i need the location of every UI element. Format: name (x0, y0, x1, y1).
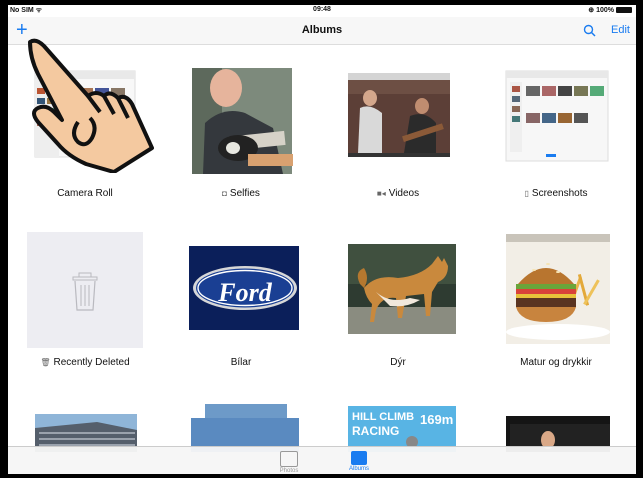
album-dyr[interactable]: Dýr (340, 232, 460, 372)
album-thumbnail (191, 404, 303, 452)
album-label: ■◂ Videos (340, 188, 456, 199)
phone-icon: ▯ (524, 189, 529, 198)
ford-logo-text: Ford (218, 278, 272, 307)
album-thumbnail (35, 414, 137, 452)
album-name: Videos (388, 188, 420, 199)
tab-albums[interactable]: Albums (344, 451, 374, 472)
page-title: Albums (301, 24, 343, 36)
album-name: Recently Deleted (53, 357, 130, 368)
album-selfies[interactable]: ◘ Selfies (183, 64, 299, 199)
album-label: ◘ Selfies (183, 188, 299, 199)
tab-label: Albums (348, 466, 369, 472)
album-row3-1[interactable] (27, 402, 143, 452)
game-title-1: HILL CLIMB (352, 411, 415, 423)
album-label: 🗑 Recently Deleted (27, 357, 143, 368)
album-thumbnail (498, 68, 614, 184)
status-bar: No SIM ᯤ 09:48 ⊕ 100% (8, 5, 636, 17)
battery-text: ⊕ 100% (588, 7, 614, 14)
search-button[interactable] (583, 24, 596, 42)
album-thumbnail (340, 232, 460, 348)
photos-tab-icon (280, 451, 298, 467)
album-label: ▯ Screenshots (498, 188, 614, 199)
clock: 09:48 (313, 6, 331, 13)
album-label: Matur og drykkir (498, 357, 614, 368)
album-screenshots[interactable]: ▯ Screenshots (498, 68, 614, 199)
tab-photos[interactable]: Photos (274, 451, 304, 474)
album-bilar[interactable]: Ford Bílar (183, 232, 301, 372)
video-icon: ■◂ (376, 189, 386, 198)
album-name: Dýr (390, 357, 406, 368)
album-thumbnail (27, 232, 143, 348)
battery-indicator: ⊕ 100% (588, 6, 632, 14)
edit-button[interactable]: Edit (611, 24, 630, 36)
album-thumbnail (183, 64, 299, 184)
game-score: 169m (420, 412, 454, 427)
tab-label: Photos (279, 468, 299, 474)
album-matur-og-drykkir[interactable]: Matur og drykkir (498, 232, 614, 372)
album-thumbnail (506, 416, 610, 452)
album-name: Selfies (229, 188, 260, 199)
album-recently-deleted[interactable]: 🗑 Recently Deleted (27, 232, 143, 372)
album-thumbnail: Ford (183, 232, 301, 348)
album-row3-4[interactable] (498, 402, 614, 452)
album-row3-3[interactable]: HILL CLIMB RACING 169m (340, 402, 460, 452)
album-label: Bílar (183, 357, 299, 368)
tab-bar: Photos Albums (8, 446, 636, 474)
trash-icon: 🗑 (40, 358, 51, 367)
album-label: Dýr (340, 357, 456, 368)
game-title-2: RACING (352, 424, 400, 438)
album-name: Screenshots (531, 188, 588, 199)
device-frame: No SIM ᯤ 09:48 ⊕ 100% + Albums Edit Came… (0, 0, 643, 478)
camera-icon: ◘ (222, 189, 227, 198)
battery-icon (616, 7, 632, 14)
album-thumbnail (340, 68, 456, 184)
pointing-hand-icon (28, 38, 154, 173)
album-name: Matur og drykkir (520, 357, 592, 368)
album-videos[interactable]: ■◂ Videos (340, 68, 456, 199)
album-name: Bílar (230, 357, 252, 368)
album-name: Camera Roll (57, 188, 113, 199)
albums-tab-icon (351, 451, 367, 465)
search-icon (583, 24, 596, 37)
album-row3-2[interactable] (183, 402, 303, 452)
album-label: Camera Roll (27, 188, 143, 199)
album-thumbnail (498, 232, 614, 348)
